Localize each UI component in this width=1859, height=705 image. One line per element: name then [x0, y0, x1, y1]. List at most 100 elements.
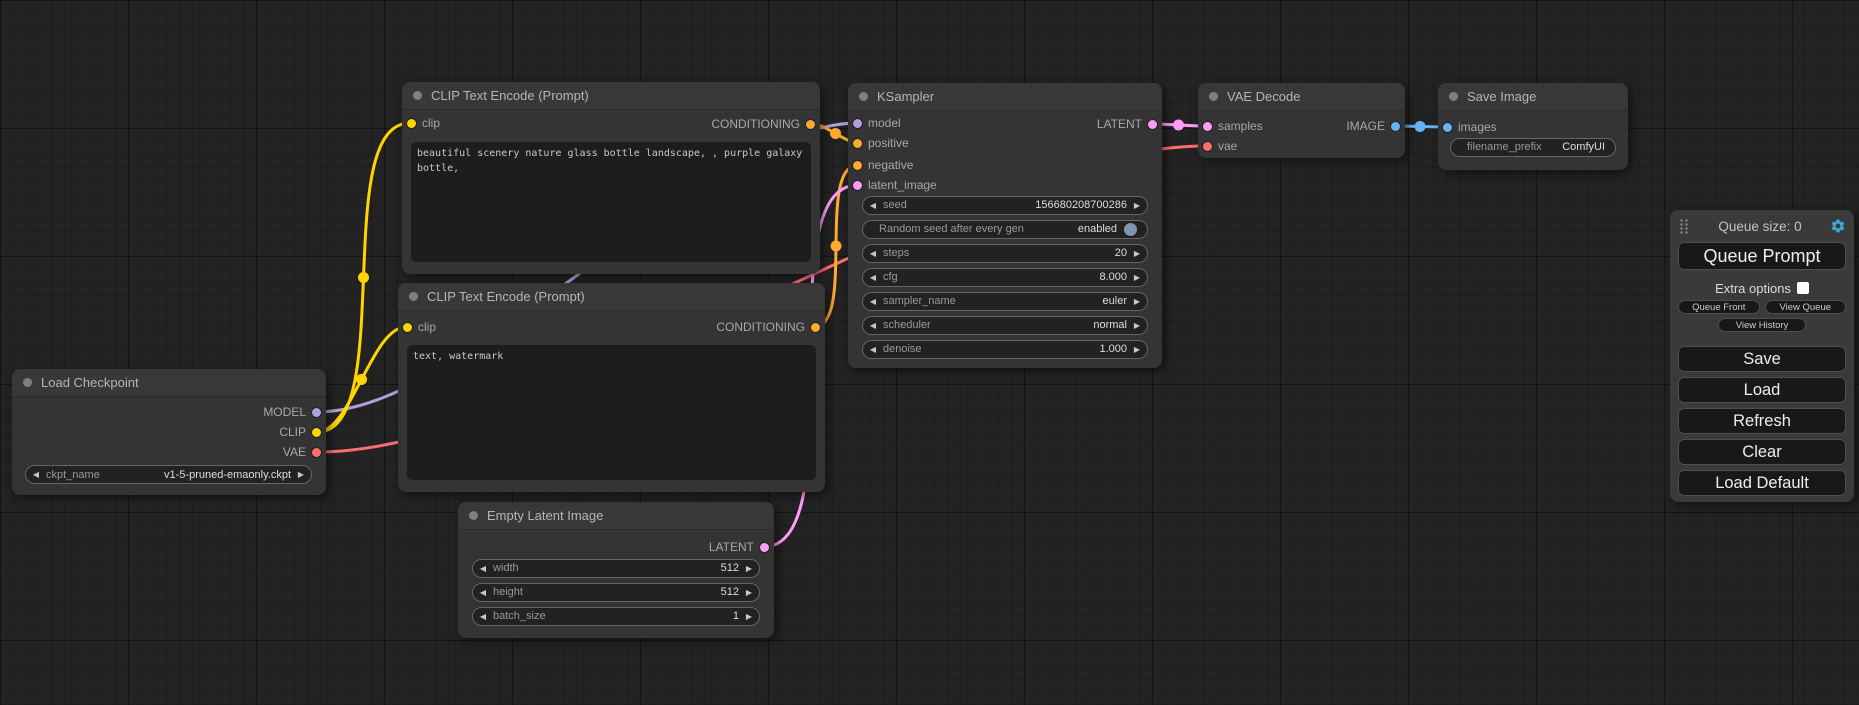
clip-port-icon[interactable] — [407, 119, 416, 128]
collapse-dot-icon[interactable] — [23, 378, 32, 387]
latent-port-icon[interactable] — [853, 181, 862, 190]
latent-port-icon[interactable] — [1203, 122, 1212, 131]
conditioning-port-icon[interactable] — [806, 120, 815, 129]
input-slot-samples[interactable]: samples — [1203, 116, 1263, 136]
vae-port-icon[interactable] — [312, 448, 321, 457]
queue-prompt-button[interactable]: Queue Prompt — [1678, 242, 1846, 270]
output-slot-clip[interactable]: CLIP — [279, 422, 321, 442]
output-slot-vae[interactable]: VAE — [283, 442, 321, 462]
conditioning-port-icon[interactable] — [853, 139, 862, 148]
view-history-button[interactable]: View History — [1718, 318, 1806, 332]
arrow-left-icon[interactable]: ◀ — [863, 297, 883, 306]
arrow-left-icon[interactable]: ◀ — [473, 564, 493, 573]
node-ksampler[interactable]: KSampler model positive negative latent_… — [848, 83, 1162, 368]
arrow-left-icon[interactable]: ◀ — [863, 201, 883, 210]
clip-port-icon[interactable] — [312, 428, 321, 437]
arrow-left-icon[interactable]: ◀ — [473, 588, 493, 597]
output-slot-model[interactable]: MODEL — [263, 402, 321, 422]
widget-value[interactable]: 512 — [519, 562, 739, 574]
arrow-right-icon[interactable]: ▶ — [1127, 273, 1147, 282]
arrow-right-icon[interactable]: ▶ — [1127, 345, 1147, 354]
view-queue-button[interactable]: View Queue — [1765, 300, 1847, 314]
collapse-dot-icon[interactable] — [1449, 92, 1458, 101]
arrow-right-icon[interactable]: ▶ — [1127, 321, 1147, 330]
input-slot-negative[interactable]: negative — [853, 155, 913, 175]
queue-front-button[interactable]: Queue Front — [1678, 300, 1760, 314]
load-default-button[interactable]: Load Default — [1678, 470, 1846, 496]
positive-prompt-textarea[interactable]: beautiful scenery nature glass bottle la… — [411, 142, 811, 262]
node-empty-latent-image[interactable]: Empty Latent Image LATENT ◀ width 512 ▶ … — [458, 502, 774, 638]
input-slot-model[interactable]: model — [853, 113, 901, 133]
sampler-name-widget[interactable]: ◀ sampler_name euler ▶ — [862, 292, 1148, 311]
input-slot-clip[interactable]: clip — [407, 113, 440, 133]
arrow-left-icon[interactable]: ◀ — [863, 249, 883, 258]
collapse-dot-icon[interactable] — [413, 91, 422, 100]
arrow-right-icon[interactable]: ▶ — [291, 470, 311, 479]
image-port-icon[interactable] — [1391, 122, 1400, 131]
ckpt-name-widget[interactable]: ◀ ckpt_name v1-5-pruned-emaonly.ckpt ▶ — [25, 465, 312, 484]
denoise-widget[interactable]: ◀ denoise 1.000 ▶ — [862, 340, 1148, 359]
widget-value[interactable]: 1.000 — [922, 343, 1127, 355]
widget-value[interactable]: normal — [931, 319, 1127, 331]
collapse-dot-icon[interactable] — [409, 292, 418, 301]
latent-port-icon[interactable] — [1148, 120, 1157, 129]
model-port-icon[interactable] — [312, 408, 321, 417]
arrow-right-icon[interactable]: ▶ — [739, 564, 759, 573]
widget-value[interactable]: 8.000 — [898, 271, 1127, 283]
output-slot-latent[interactable]: LATENT — [1097, 114, 1157, 134]
scheduler-widget[interactable]: ◀ scheduler normal ▶ — [862, 316, 1148, 335]
seed-widget[interactable]: ◀ seed 156680208700286 ▶ — [862, 196, 1148, 215]
node-clip-text-encode-negative[interactable]: CLIP Text Encode (Prompt) clip CONDITION… — [398, 283, 825, 492]
random-seed-toggle-widget[interactable]: Random seed after every gen enabled — [862, 220, 1148, 239]
widget-value[interactable]: 156680208700286 — [907, 199, 1127, 211]
model-port-icon[interactable] — [853, 119, 862, 128]
refresh-button[interactable]: Refresh — [1678, 408, 1846, 434]
widget-value[interactable]: 1 — [546, 610, 739, 622]
widget-value[interactable]: ComfyUI — [1542, 141, 1605, 153]
arrow-right-icon[interactable]: ▶ — [1127, 249, 1147, 258]
comfyui-canvas[interactable]: { "colors": { "MODEL": "#B39DDB", "CLIP"… — [0, 0, 1859, 705]
node-clip-text-encode-positive[interactable]: CLIP Text Encode (Prompt) clip CONDITION… — [402, 82, 820, 274]
arrow-left-icon[interactable]: ◀ — [863, 273, 883, 282]
input-slot-latent-image[interactable]: latent_image — [853, 175, 937, 195]
node-vae-decode[interactable]: VAE Decode samples vae IMAGE — [1198, 83, 1405, 158]
arrow-left-icon[interactable]: ◀ — [26, 470, 46, 479]
arrow-right-icon[interactable]: ▶ — [1127, 297, 1147, 306]
negative-prompt-textarea[interactable]: text, watermark — [407, 345, 816, 480]
widget-value[interactable]: 512 — [523, 586, 739, 598]
output-slot-image[interactable]: IMAGE — [1346, 116, 1400, 136]
batch-size-widget[interactable]: ◀ batch_size 1 ▶ — [472, 607, 760, 626]
latent-port-icon[interactable] — [760, 543, 769, 552]
collapse-dot-icon[interactable] — [859, 92, 868, 101]
extra-options-checkbox[interactable] — [1797, 282, 1809, 294]
clear-button[interactable]: Clear — [1678, 439, 1846, 465]
conditioning-port-icon[interactable] — [811, 323, 820, 332]
width-widget[interactable]: ◀ width 512 ▶ — [472, 559, 760, 578]
input-slot-positive[interactable]: positive — [853, 133, 909, 153]
load-button[interactable]: Load — [1678, 377, 1846, 403]
cfg-widget[interactable]: ◀ cfg 8.000 ▶ — [862, 268, 1148, 287]
vae-port-icon[interactable] — [1203, 142, 1212, 151]
height-widget[interactable]: ◀ height 512 ▶ — [472, 583, 760, 602]
clip-port-icon[interactable] — [403, 323, 412, 332]
collapse-dot-icon[interactable] — [469, 511, 478, 520]
output-slot-conditioning[interactable]: CONDITIONING — [711, 114, 815, 134]
input-slot-images[interactable]: images — [1443, 117, 1497, 137]
arrow-left-icon[interactable]: ◀ — [863, 321, 883, 330]
input-slot-clip[interactable]: clip — [403, 317, 436, 337]
image-port-icon[interactable] — [1443, 123, 1452, 132]
arrow-left-icon[interactable]: ◀ — [473, 612, 493, 621]
arrow-left-icon[interactable]: ◀ — [863, 345, 883, 354]
node-save-image[interactable]: Save Image images filename_prefix ComfyU… — [1438, 83, 1628, 170]
conditioning-port-icon[interactable] — [853, 161, 862, 170]
widget-value[interactable]: euler — [956, 295, 1127, 307]
widget-value[interactable]: v1-5-pruned-emaonly.ckpt — [100, 469, 291, 481]
toggle-dot-icon[interactable] — [1124, 223, 1137, 236]
collapse-dot-icon[interactable] — [1209, 92, 1218, 101]
output-slot-latent[interactable]: LATENT — [709, 537, 769, 557]
arrow-right-icon[interactable]: ▶ — [739, 588, 759, 597]
arrow-right-icon[interactable]: ▶ — [1127, 201, 1147, 210]
arrow-right-icon[interactable]: ▶ — [739, 612, 759, 621]
steps-widget[interactable]: ◀ steps 20 ▶ — [862, 244, 1148, 263]
input-slot-vae[interactable]: vae — [1203, 136, 1237, 156]
